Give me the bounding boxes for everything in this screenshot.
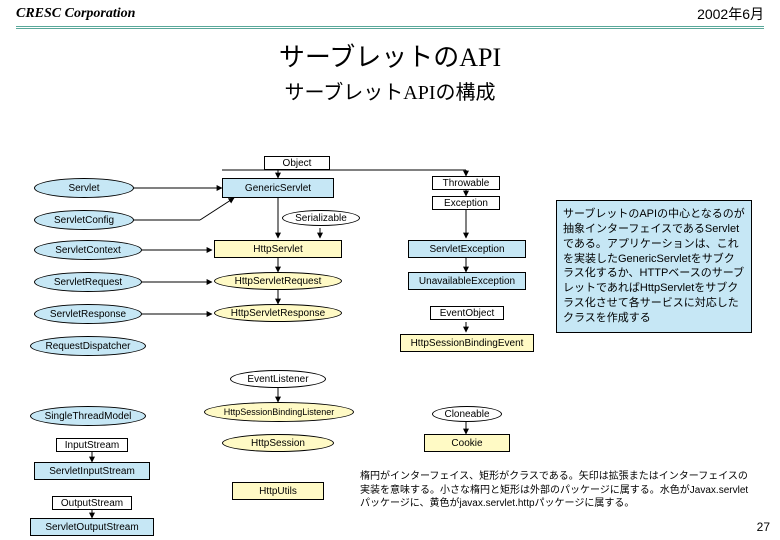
node-http-utils: HttpUtils xyxy=(232,482,324,500)
node-http-servlet-response: HttpServletResponse xyxy=(214,304,342,322)
node-http-servlet-request: HttpServletRequest xyxy=(214,272,342,290)
node-servlet-exception: ServletException xyxy=(408,240,526,258)
node-servlet-output-stream: ServletOutputStream xyxy=(30,518,154,536)
date-label: 2002年6月 xyxy=(697,4,764,24)
side-description: サーブレットのAPIの中心となるのが抽象インターフェイスであるServletであ… xyxy=(556,200,752,333)
node-servlet-input-stream: ServletInputStream xyxy=(34,462,150,480)
company-name: CRESC Corporation xyxy=(16,6,135,22)
node-http-session-binding-event: HttpSessionBindingEvent xyxy=(400,334,534,352)
node-object: Object xyxy=(264,156,330,170)
node-input-stream: InputStream xyxy=(56,438,128,452)
node-exception: Exception xyxy=(432,196,500,210)
diagram-area: Object Servlet GenericServlet ServletCon… xyxy=(0,140,780,520)
node-serializable: Serializable xyxy=(282,210,360,226)
node-http-servlet: HttpServlet xyxy=(214,240,342,258)
node-cloneable: Cloneable xyxy=(432,406,502,422)
node-servlet-request: ServletRequest xyxy=(34,272,142,292)
node-servlet-response: ServletResponse xyxy=(34,304,142,324)
node-http-session-binding-listener: HttpSessionBindingListener xyxy=(204,402,354,422)
node-http-session: HttpSession xyxy=(222,434,334,452)
page-title: サーブレットのAPI xyxy=(0,37,780,74)
node-request-dispatcher: RequestDispatcher xyxy=(30,336,146,356)
page-number: 27 xyxy=(757,520,770,534)
node-output-stream: OutputStream xyxy=(52,496,132,510)
node-event-listener: EventListener xyxy=(230,370,326,388)
node-single-thread-model: SingleThreadModel xyxy=(30,406,146,426)
node-event-object: EventObject xyxy=(430,306,504,320)
node-servlet-config: ServletConfig xyxy=(34,210,134,230)
header-rule xyxy=(16,26,764,29)
node-servlet: Servlet xyxy=(34,178,134,198)
footnote: 楕円がインターフェイス、矩形がクラスである。矢印は拡張またはインターフェイスの実… xyxy=(360,470,754,511)
node-servlet-context: ServletContext xyxy=(34,240,142,260)
node-unavailable-exception: UnavailableException xyxy=(408,272,526,290)
page-subtitle: サーブレットAPIの構成 xyxy=(0,76,780,105)
node-cookie: Cookie xyxy=(424,434,510,452)
node-throwable: Throwable xyxy=(432,176,500,190)
node-generic-servlet: GenericServlet xyxy=(222,178,334,198)
